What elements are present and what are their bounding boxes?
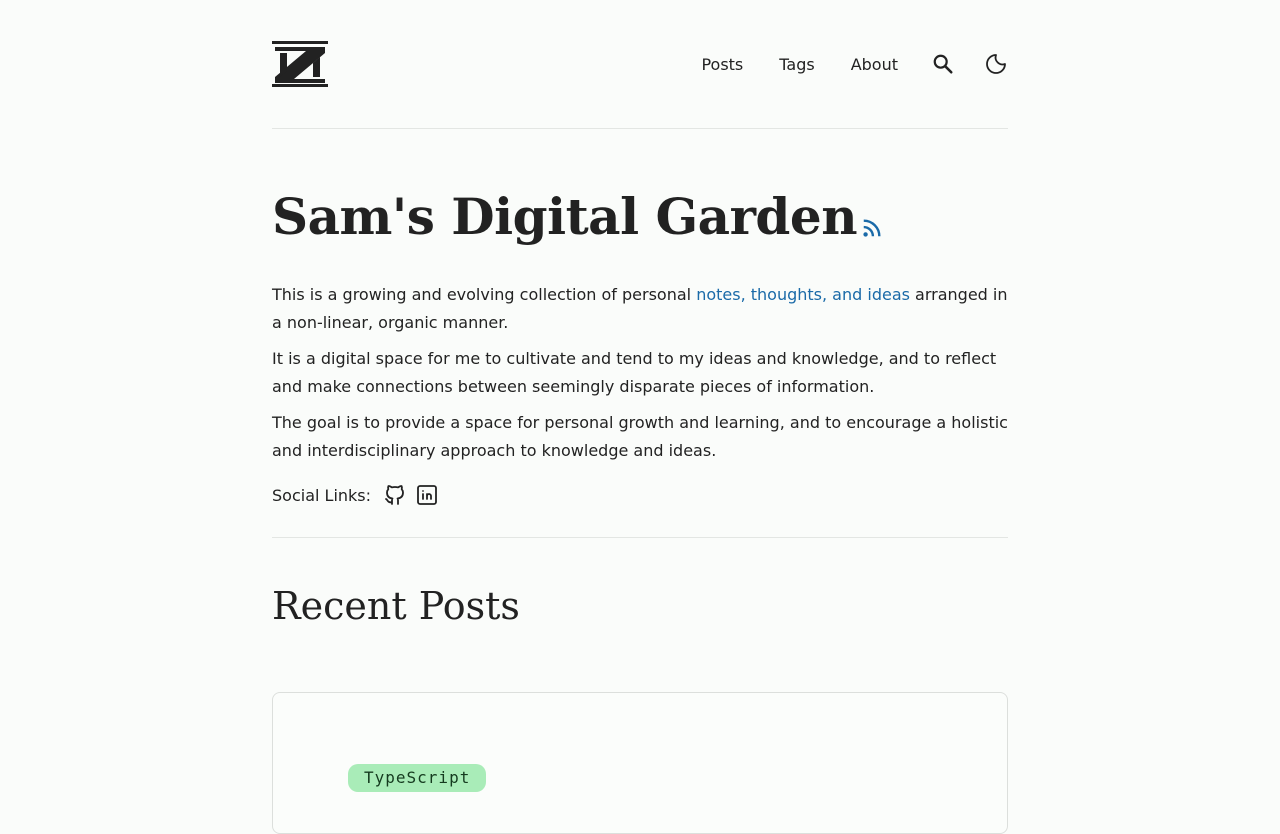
- logo-icon: [272, 41, 328, 87]
- nav-about[interactable]: About: [851, 55, 898, 74]
- notes-link[interactable]: notes, thoughts, and ideas: [696, 285, 910, 304]
- intro-text: This is a growing and evolving collectio…: [272, 285, 697, 304]
- linkedin-link[interactable]: [415, 483, 439, 507]
- intro-paragraph-2: It is a digital space for me to cultivat…: [272, 349, 997, 396]
- rss-icon: [863, 219, 881, 237]
- site-logo[interactable]: [272, 41, 328, 87]
- search-icon: [933, 54, 953, 74]
- intro-section: This is a growing and evolving collectio…: [272, 281, 1008, 465]
- social-links: Social Links:: [272, 483, 1008, 507]
- github-link[interactable]: [383, 483, 407, 507]
- page-title-text: Sam's Digital Garden: [272, 187, 858, 246]
- intro-paragraph-1: This is a growing and evolving collectio…: [272, 281, 1008, 337]
- theme-toggle-button[interactable]: [984, 52, 1008, 76]
- site-header: Posts Tags About: [272, 0, 1008, 129]
- rss-link[interactable]: [861, 217, 883, 239]
- search-button[interactable]: [932, 53, 954, 75]
- section-divider: [272, 537, 1008, 538]
- recent-posts-heading: Recent Posts: [272, 584, 520, 628]
- nav-posts[interactable]: Posts: [701, 55, 743, 74]
- linkedin-icon: [417, 485, 437, 505]
- page-container: Posts Tags About Sam's Digital Garden Th…: [272, 0, 1008, 834]
- intro-paragraph-3: The goal is to provide a space for perso…: [272, 413, 1008, 460]
- github-icon: [385, 485, 404, 505]
- social-links-label: Social Links:: [272, 485, 372, 505]
- post-card[interactable]: TypeScript: [272, 692, 1008, 834]
- post-tag[interactable]: TypeScript: [348, 764, 487, 792]
- page-title: Sam's Digital Garden: [272, 189, 1008, 245]
- main-nav: Posts Tags About: [665, 52, 1008, 76]
- moon-icon: [986, 54, 1006, 74]
- nav-tags[interactable]: Tags: [779, 55, 814, 74]
